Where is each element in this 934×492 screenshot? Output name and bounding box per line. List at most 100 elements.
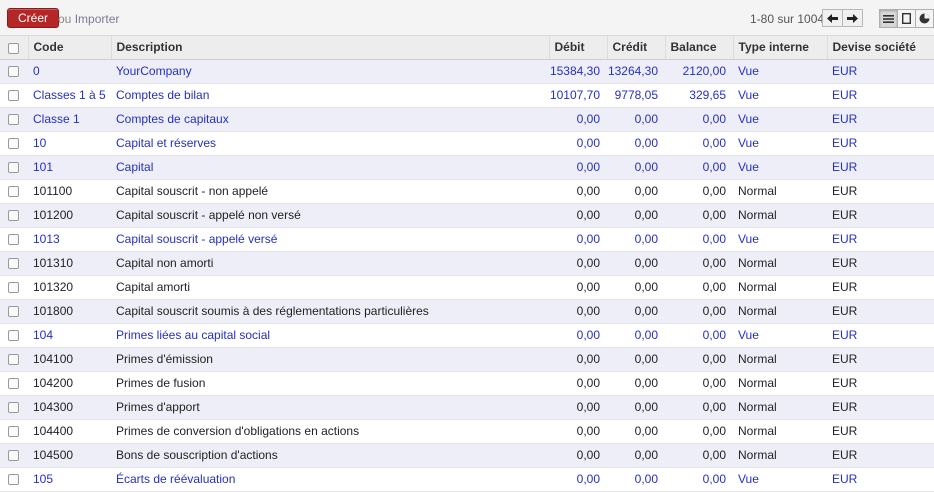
cell-balance[interactable]: 0,00 xyxy=(665,275,733,299)
cell-company-currency[interactable]: EUR xyxy=(827,275,934,299)
row-checkbox-cell[interactable] xyxy=(0,323,28,347)
table-row[interactable]: Classes 1 à 5 Comptes de bilan 10107,70 977… xyxy=(0,83,934,107)
cell-credit[interactable]: 13264,30 xyxy=(607,59,665,83)
table-row[interactable]: 105 Écarts de réévaluation 0,00 0,00 0,00 Vue… xyxy=(0,467,934,491)
cell-balance[interactable]: 0,00 xyxy=(665,323,733,347)
row-checkbox-cell[interactable] xyxy=(0,467,28,491)
table-row[interactable]: 104 Primes liées au capital social 0,00 0,0… xyxy=(0,323,934,347)
row-checkbox[interactable] xyxy=(8,474,19,486)
row-checkbox[interactable] xyxy=(8,354,19,366)
cell-description[interactable]: Écarts de réévaluation xyxy=(111,467,549,491)
cell-debit[interactable]: 0,00 xyxy=(549,395,607,419)
cell-code[interactable]: 0 xyxy=(28,59,111,83)
cell-description[interactable]: Primes d'émission xyxy=(111,347,549,371)
cell-credit[interactable]: 0,00 xyxy=(607,467,665,491)
cell-internal-type[interactable]: Normal xyxy=(733,347,827,371)
cell-credit[interactable]: 0,00 xyxy=(607,227,665,251)
row-checkbox-cell[interactable] xyxy=(0,275,28,299)
cell-description[interactable]: Capital souscrit - non appelé xyxy=(111,179,549,203)
table-row[interactable]: 104200 Primes de fusion 0,00 0,00 0,00 Normal… xyxy=(0,371,934,395)
cell-debit[interactable]: 0,00 xyxy=(549,371,607,395)
cell-debit[interactable]: 0,00 xyxy=(549,179,607,203)
row-checkbox-cell[interactable] xyxy=(0,227,28,251)
cell-credit[interactable]: 0,00 xyxy=(607,323,665,347)
cell-credit[interactable]: 0,00 xyxy=(607,203,665,227)
cell-internal-type[interactable]: Normal xyxy=(733,395,827,419)
cell-code[interactable]: Classe 1 xyxy=(28,107,111,131)
column-header-credit[interactable]: Crédit xyxy=(607,36,666,60)
row-checkbox-cell[interactable] xyxy=(0,395,28,419)
cell-balance[interactable]: 0,00 xyxy=(665,467,733,491)
cell-internal-type[interactable]: Vue xyxy=(733,155,827,179)
cell-debit[interactable]: 0,00 xyxy=(549,347,607,371)
cell-internal-type[interactable]: Normal xyxy=(733,419,827,443)
cell-credit[interactable]: 0,00 xyxy=(607,299,665,323)
column-header-balance[interactable]: Balance xyxy=(665,36,734,60)
cell-internal-type[interactable]: Vue xyxy=(733,323,827,347)
row-checkbox-cell[interactable] xyxy=(0,299,28,323)
cell-description[interactable]: Primes de fusion xyxy=(111,371,549,395)
form-view-button[interactable] xyxy=(897,9,916,28)
cell-company-currency[interactable]: EUR xyxy=(827,347,934,371)
select-all-checkbox[interactable] xyxy=(8,42,19,54)
cell-balance[interactable]: 2120,00 xyxy=(665,59,733,83)
table-row[interactable]: 1013 Capital souscrit - appelé versé 0,00 0… xyxy=(0,227,934,251)
cell-company-currency[interactable]: EUR xyxy=(827,203,934,227)
row-checkbox[interactable] xyxy=(8,162,19,174)
cell-description[interactable]: Primes d'apport xyxy=(111,395,549,419)
column-header-debit[interactable]: Débit xyxy=(549,36,608,60)
cell-balance[interactable]: 0,00 xyxy=(665,299,733,323)
cell-internal-type[interactable]: Normal xyxy=(733,299,827,323)
cell-balance[interactable]: 0,00 xyxy=(665,155,733,179)
cell-internal-type[interactable]: Normal xyxy=(733,203,827,227)
row-checkbox[interactable] xyxy=(8,330,19,342)
cell-code[interactable]: 101800 xyxy=(28,299,111,323)
cell-company-currency[interactable]: EUR xyxy=(827,395,934,419)
row-checkbox-cell[interactable] xyxy=(0,347,28,371)
cell-credit[interactable]: 0,00 xyxy=(607,107,665,131)
cell-description[interactable]: Comptes de bilan xyxy=(111,83,549,107)
cell-balance[interactable]: 0,00 xyxy=(665,179,733,203)
cell-internal-type[interactable]: Vue xyxy=(733,467,827,491)
row-checkbox[interactable] xyxy=(8,282,19,294)
cell-credit[interactable]: 0,00 xyxy=(607,131,665,155)
create-button[interactable]: Créer xyxy=(7,8,60,28)
table-row[interactable]: 101 Capital 0,00 0,00 0,00 Vue EUR xyxy=(0,155,934,179)
table-row[interactable]: 101320 Capital amorti 0,00 0,00 0,00 Normal EU… xyxy=(0,275,934,299)
cell-code[interactable]: 10 xyxy=(28,131,111,155)
cell-code[interactable]: 101310 xyxy=(28,251,111,275)
cell-debit[interactable]: 0,00 xyxy=(549,203,607,227)
row-checkbox-cell[interactable] xyxy=(0,371,28,395)
row-checkbox-cell[interactable] xyxy=(0,131,28,155)
row-checkbox-cell[interactable] xyxy=(0,203,28,227)
cell-debit[interactable]: 0,00 xyxy=(549,251,607,275)
cell-debit[interactable]: 0,00 xyxy=(549,419,607,443)
table-row[interactable]: 101800 Capital souscrit soumis à des régl… xyxy=(0,299,934,323)
cell-balance[interactable]: 329,65 xyxy=(665,83,733,107)
import-link[interactable]: Importer xyxy=(75,12,120,26)
cell-code[interactable]: 101320 xyxy=(28,275,111,299)
cell-company-currency[interactable]: EUR xyxy=(827,371,934,395)
table-row[interactable]: 101100 Capital souscrit - non appelé 0,00 0… xyxy=(0,179,934,203)
cell-company-currency[interactable]: EUR xyxy=(827,443,934,467)
cell-balance[interactable]: 0,00 xyxy=(665,227,733,251)
cell-code[interactable]: 104400 xyxy=(28,419,111,443)
cell-code[interactable]: 101 xyxy=(28,155,111,179)
select-all-checkbox-cell[interactable] xyxy=(0,36,29,60)
cell-company-currency[interactable]: EUR xyxy=(827,227,934,251)
table-row[interactable]: 10 Capital et réserves 0,00 0,00 0,00 Vue EUR xyxy=(0,131,934,155)
cell-code[interactable]: 104100 xyxy=(28,347,111,371)
row-checkbox-cell[interactable] xyxy=(0,59,28,83)
cell-company-currency[interactable]: EUR xyxy=(827,155,934,179)
cell-debit[interactable]: 0,00 xyxy=(549,155,607,179)
table-row[interactable]: Classe 1 Comptes de capitaux 0,00 0,00 0,00 V… xyxy=(0,107,934,131)
cell-credit[interactable]: 0,00 xyxy=(607,419,665,443)
cell-credit[interactable]: 0,00 xyxy=(607,275,665,299)
cell-company-currency[interactable]: EUR xyxy=(827,131,934,155)
row-checkbox[interactable] xyxy=(8,138,19,150)
cell-description[interactable]: Capital souscrit soumis à des réglementa… xyxy=(111,299,549,323)
cell-balance[interactable]: 0,00 xyxy=(665,395,733,419)
cell-internal-type[interactable]: Vue xyxy=(733,107,827,131)
table-row[interactable]: 101200 Capital souscrit - appelé non vers… xyxy=(0,203,934,227)
cell-internal-type[interactable]: Vue xyxy=(733,83,827,107)
